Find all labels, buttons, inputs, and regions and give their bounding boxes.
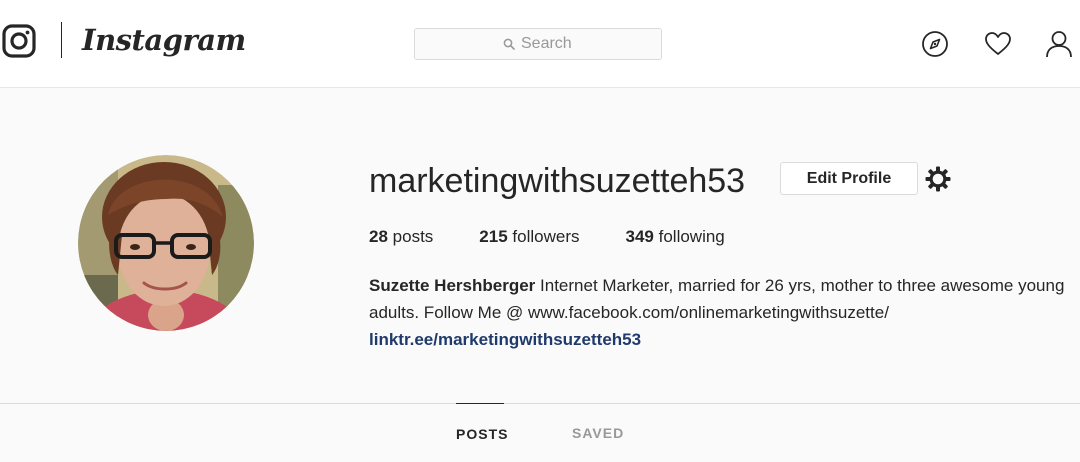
top-navigation-bar: Instagram xyxy=(0,0,1080,88)
followers-stat[interactable]: 215 followers xyxy=(479,226,579,248)
tabs-divider xyxy=(0,403,1080,404)
compass-icon[interactable] xyxy=(921,30,949,58)
brand-divider xyxy=(61,22,62,58)
followers-count: 215 xyxy=(479,227,508,246)
profile-bio: Suzette Hershberger Internet Marketer, m… xyxy=(369,272,1069,353)
tab-posts[interactable]: POSTS xyxy=(456,403,507,462)
search-input[interactable] xyxy=(521,35,573,53)
profile-stats: 28 posts 215 followers 349 following xyxy=(369,226,771,248)
heart-icon[interactable] xyxy=(984,30,1012,58)
edit-profile-button[interactable]: Edit Profile xyxy=(780,162,918,195)
tab-saved[interactable]: SAVED xyxy=(572,403,624,462)
following-label: following xyxy=(658,227,725,246)
followers-label: followers xyxy=(512,227,580,246)
profile-full-name: Suzette Hershberger xyxy=(369,276,536,295)
following-stat[interactable]: 349 following xyxy=(626,226,725,248)
search-bar[interactable] xyxy=(414,28,662,60)
profile-username: marketingwithsuzetteh53 xyxy=(369,162,746,200)
instagram-wordmark-logo[interactable]: Instagram xyxy=(82,20,246,60)
posts-count: 28 xyxy=(369,227,388,246)
search-icon xyxy=(503,38,515,50)
profile-avatar[interactable] xyxy=(78,155,254,331)
settings-gear-icon[interactable] xyxy=(924,165,952,193)
following-count: 349 xyxy=(625,227,654,246)
posts-label: posts xyxy=(392,227,434,246)
posts-stat: 28 posts xyxy=(369,226,433,248)
instagram-glyph-icon[interactable] xyxy=(2,24,36,58)
profile-icon[interactable] xyxy=(1044,30,1074,58)
bio-website-link[interactable]: linktr.ee/marketingwithsuzetteh53 xyxy=(369,326,1069,353)
